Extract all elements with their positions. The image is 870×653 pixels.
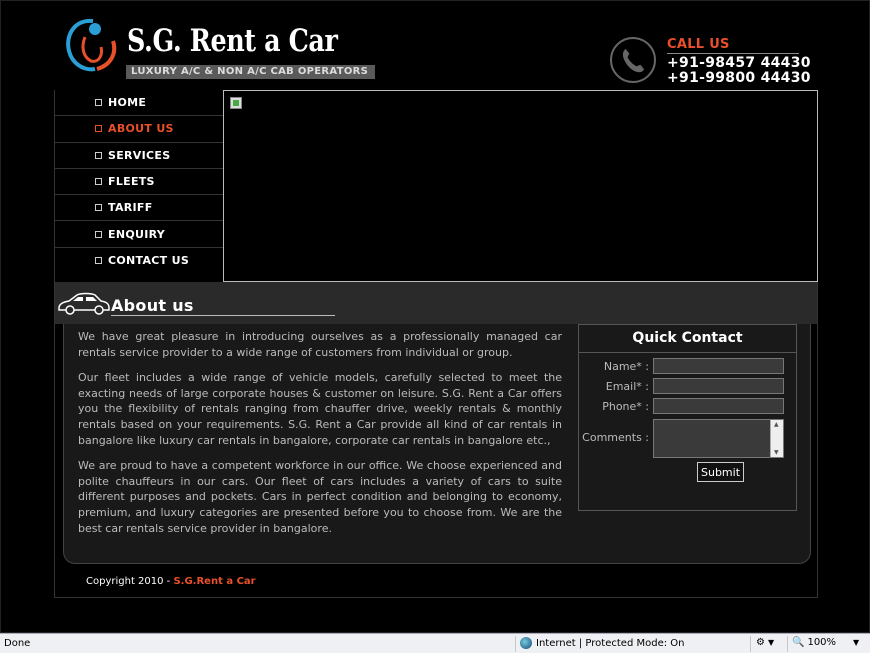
copyright-brand[interactable]: S.G.Rent a Car [173,576,255,587]
about-text: We have great pleasure in introducing ou… [78,329,562,546]
phone-icon [610,37,656,83]
nav-bullet-icon [95,125,102,133]
browser-viewport: S.G. Rent a Car LUXURY A/C & NON A/C CAB… [0,0,870,633]
quick-contact-title: Quick Contact [579,325,796,353]
name-label: Name* : [603,359,649,373]
statusbar-divider [787,636,788,652]
car-icon [58,292,110,315]
comments-row: Comments : [579,419,784,458]
nav-item-label: SERVICES [108,148,171,162]
about-paragraph-2: Our fleet includes a wide range of vehic… [78,371,562,447]
zone-text: Internet | Protected Mode: On [536,637,685,649]
about-title: About us [111,296,194,315]
nav-item-tariff[interactable]: TARIFF [55,195,223,222]
nav-item-label: HOME [108,96,147,110]
nav-item-label: CONTACT US [108,254,190,268]
nav-item-contact-us[interactable]: CONTACT US [55,248,223,274]
name-row: Name* : [579,358,784,374]
nav-bullet-icon [95,204,102,212]
nav-bullet-icon [95,99,102,107]
content-panel: We have great pleasure in introducing ou… [63,324,811,564]
nav-bullet-icon [95,257,102,265]
about-paragraph-3: We are proud to have a competent workfor… [78,459,562,535]
zoom-level: 100% [807,637,837,648]
banner-area [223,90,818,282]
nav-item-label: FLEETS [108,175,155,189]
call-us-label: CALL US [667,37,730,52]
about-title-underline [111,315,335,316]
protected-mode-settings[interactable]: ⚙ ▼ [756,637,774,648]
status-text: Done [4,638,31,649]
nav-item-about-us[interactable]: ABOUT US [55,116,223,143]
nav-item-label: ENQUIRY [108,227,166,241]
email-label: Email* : [605,379,649,393]
logo-title[interactable]: S.G. Rent a Car [127,23,338,59]
comments-textarea[interactable] [653,419,784,458]
copyright: Copyright 2010 - S.G.Rent a Car [86,576,256,587]
comments-scrollbar[interactable] [770,420,783,457]
statusbar-divider [750,636,751,652]
nav-bullet-icon [95,151,102,159]
about-paragraph-1: We have great pleasure in introducing ou… [78,330,562,359]
nav-bullet-icon [95,178,102,186]
logo-tagline: LUXURY A/C & NON A/C CAB OPERATORS [126,65,375,79]
phone-label: Phone* : [602,399,649,413]
content-area: We have great pleasure in introducing ou… [54,324,818,598]
quick-contact-form: Quick Contact Name* : Email* : Phone* : … [578,324,797,511]
main-nav: HOME ABOUT US SERVICES FLEETS TARIFF ENQ… [54,90,223,282]
comments-label: Comments : [582,431,649,444]
copyright-text: Copyright 2010 - [86,576,174,587]
security-zone[interactable]: Internet | Protected Mode: On [520,637,684,649]
chevron-down-icon: ▼ [853,638,860,647]
nav-item-label: ABOUT US [108,122,174,136]
phone-row: Phone* : [579,398,784,414]
phone-number-1: +91-98457 44430 [667,55,811,71]
nav-item-home[interactable]: HOME [55,90,223,117]
zoom-control[interactable]: 🔍 100% ▼ [792,637,859,648]
zoom-icon: 🔍 [792,637,805,648]
nav-item-enquiry[interactable]: ENQUIRY [55,221,223,248]
about-section-header: About us [54,282,818,324]
submit-button[interactable]: Submit [697,462,744,482]
call-us-divider [667,53,799,54]
nav-item-label: TARIFF [108,201,153,215]
phone-input[interactable] [653,398,784,414]
browser-statusbar: Done Internet | Protected Mode: On ⚙ ▼ 🔍… [0,633,870,653]
email-row: Email* : [579,378,784,394]
phone-number-2: +91-99800 44430 [667,70,811,86]
nav-item-services[interactable]: SERVICES [55,143,223,169]
logo-icon [66,18,117,72]
nav-item-fleets[interactable]: FLEETS [55,169,223,196]
email-input[interactable] [653,378,784,394]
broken-image-icon [230,97,242,109]
nav-bullet-icon [95,230,102,238]
statusbar-divider [515,636,516,652]
name-input[interactable] [653,358,784,374]
settings-icon: ⚙ [756,637,765,648]
globe-icon [520,637,532,649]
chevron-down-icon: ▼ [767,638,775,647]
